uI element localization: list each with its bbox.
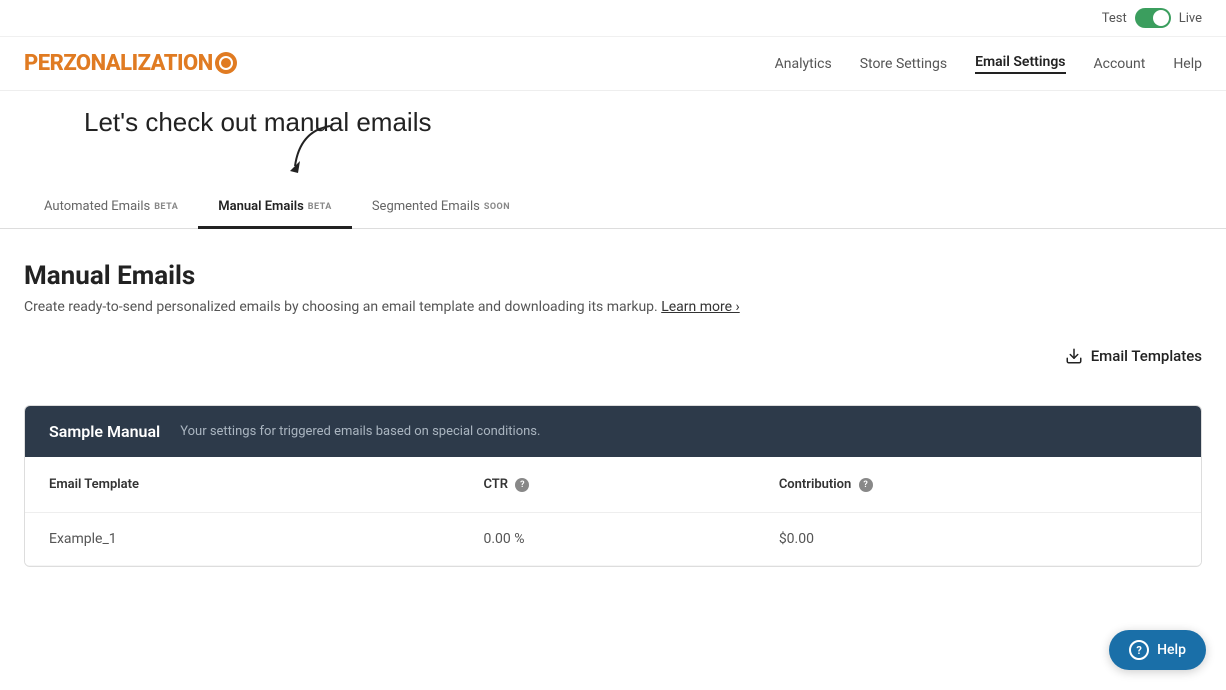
logo-text: PERZONALIZATION (24, 51, 213, 76)
tab-manual-emails[interactable]: Manual Emails BETA (198, 187, 352, 229)
contribution-help-icon[interactable]: ? (859, 478, 873, 492)
help-button-label: Help (1157, 642, 1186, 658)
live-label: Live (1179, 11, 1202, 26)
annotation-arrow (280, 121, 340, 181)
card-title: Sample Manual (49, 422, 160, 441)
test-label: Test (1102, 11, 1127, 26)
annotation-text: Let's check out manual emails (84, 107, 1202, 138)
btn-row: Email Templates (24, 347, 1202, 385)
tab-segmented-label: Segmented Emails (372, 199, 480, 214)
card-header: Sample Manual Your settings for triggere… (25, 406, 1201, 457)
logo: PERZONALIZATION (24, 51, 237, 76)
logo-icon (215, 52, 237, 74)
tab-automated-badge: BETA (154, 202, 178, 212)
tab-automated-emails[interactable]: Automated Emails BETA (24, 187, 198, 229)
nav-analytics[interactable]: Analytics (775, 56, 832, 72)
tab-segmented-badge: SOON (484, 202, 510, 212)
test-live-toggle[interactable] (1135, 8, 1171, 28)
tab-automated-label: Automated Emails (44, 199, 150, 214)
tabs-bar: Automated Emails BETA Manual Emails BETA… (0, 187, 1226, 229)
tab-segmented-emails[interactable]: Segmented Emails SOON (352, 187, 530, 229)
top-bar: Test Live (0, 0, 1226, 37)
table-header-row: Email Template CTR ? Contribution ? (25, 457, 1201, 513)
email-templates-button[interactable]: Email Templates (1065, 347, 1202, 365)
tab-manual-badge: BETA (308, 202, 332, 212)
email-templates-label: Email Templates (1091, 347, 1202, 365)
annotation-area: Let's check out manual emails (0, 91, 1226, 171)
nav-store-settings[interactable]: Store Settings (860, 56, 947, 72)
email-table: Email Template CTR ? Contribution ? (25, 457, 1201, 566)
col-contribution: Contribution ? (755, 457, 1201, 513)
help-circle-icon: ? (1129, 640, 1149, 660)
cell-email-template: Example_1 (25, 513, 459, 566)
nav-email-settings[interactable]: Email Settings (975, 54, 1065, 74)
main-nav: Analytics Store Settings Email Settings … (775, 54, 1202, 74)
main-content: Manual Emails Create ready-to-send perso… (0, 229, 1226, 599)
nav-help[interactable]: Help (1173, 56, 1202, 72)
download-icon (1065, 347, 1083, 365)
col-email-template: Email Template (25, 457, 459, 513)
page-description: Create ready-to-send personalized emails… (24, 299, 1202, 315)
table-row: Example_1 0.00 % $0.00 (25, 513, 1201, 566)
nav-account[interactable]: Account (1094, 56, 1146, 72)
page-title: Manual Emails (24, 261, 1202, 291)
tab-manual-label: Manual Emails (218, 199, 304, 214)
col-ctr: CTR ? (459, 457, 754, 513)
card-body: Email Template CTR ? Contribution ? (25, 457, 1201, 566)
learn-more-link[interactable]: Learn more › (661, 299, 740, 315)
card-description: Your settings for triggered emails based… (180, 424, 540, 439)
help-button[interactable]: ? Help (1109, 630, 1206, 670)
sample-manual-card: Sample Manual Your settings for triggere… (24, 405, 1202, 567)
cell-contribution: $0.00 (755, 513, 1201, 566)
header: PERZONALIZATION Analytics Store Settings… (0, 37, 1226, 91)
ctr-help-icon[interactable]: ? (515, 478, 529, 492)
page-description-text: Create ready-to-send personalized emails… (24, 299, 658, 315)
cell-ctr: 0.00 % (459, 513, 754, 566)
